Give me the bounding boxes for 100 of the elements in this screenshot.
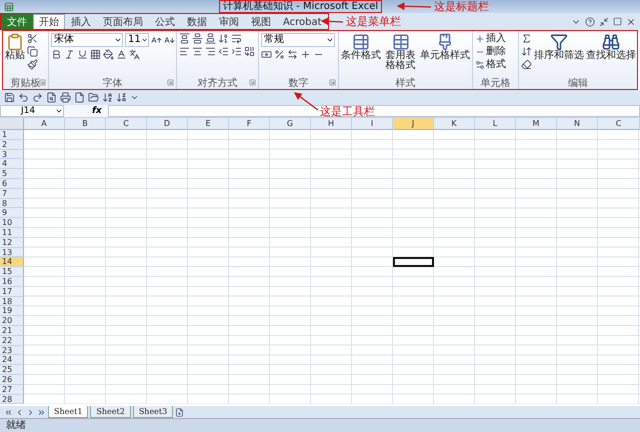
fill-icon[interactable] xyxy=(521,46,532,57)
wrap-text-icon[interactable] xyxy=(231,33,242,44)
paste-button[interactable]: 粘贴 xyxy=(5,33,25,77)
column-header[interactable]: E xyxy=(188,118,229,130)
cells-button[interactable]: 插入 xyxy=(475,33,506,44)
previous-sheet-icon[interactable] xyxy=(15,408,24,416)
ribbon-tab[interactable]: 开始 xyxy=(33,14,65,29)
restore-icon[interactable] xyxy=(613,16,622,26)
sort-ascending-icon[interactable] xyxy=(102,92,113,103)
ribbon-tab[interactable]: Acrobat xyxy=(277,14,328,29)
minimize-icon[interactable] xyxy=(599,16,609,26)
outdent-icon[interactable] xyxy=(218,46,229,57)
row-header[interactable]: 11 xyxy=(0,228,24,238)
row-header[interactable]: 21 xyxy=(0,326,24,336)
dialog-launcher-icon[interactable] xyxy=(329,79,336,86)
next-sheet-icon[interactable] xyxy=(26,408,35,416)
print-preview-icon[interactable] xyxy=(46,92,57,103)
print-icon[interactable] xyxy=(60,92,71,103)
cell-style-button[interactable]: 单元格样式 xyxy=(420,33,470,77)
border-icon[interactable] xyxy=(90,49,101,60)
file-tab[interactable]: 文件 xyxy=(1,14,33,29)
column-header[interactable]: K xyxy=(434,118,475,130)
dialog-launcher-icon[interactable] xyxy=(39,79,46,86)
active-cell[interactable] xyxy=(393,257,434,268)
row-header[interactable]: 6 xyxy=(0,178,24,189)
align-left-icon[interactable] xyxy=(179,46,190,57)
comma-icon[interactable] xyxy=(287,49,298,60)
row-header[interactable]: 26 xyxy=(0,374,24,385)
ribbon-tab[interactable]: 公式 xyxy=(149,14,181,29)
conditional-format-button[interactable]: 条件格式 xyxy=(341,33,381,77)
font-color-icon[interactable] xyxy=(116,49,127,60)
dropdown-icon[interactable] xyxy=(326,36,334,44)
undo-icon[interactable] xyxy=(18,92,29,103)
align-right-icon[interactable] xyxy=(205,46,216,57)
row-header[interactable]: 19 xyxy=(0,306,24,316)
grow-font-icon[interactable] xyxy=(151,34,162,46)
underline-icon[interactable] xyxy=(77,49,88,60)
number-format-field[interactable]: 常规 xyxy=(261,33,335,47)
row-header[interactable]: 17 xyxy=(0,286,24,297)
row-header[interactable]: 16 xyxy=(0,276,24,287)
row-header[interactable]: 12 xyxy=(0,238,24,248)
row-header[interactable]: 7 xyxy=(0,188,24,199)
row-header[interactable]: 18 xyxy=(0,296,24,306)
dropdown-icon[interactable] xyxy=(55,107,63,115)
cell-grid[interactable] xyxy=(24,130,640,404)
increase-decimal-icon[interactable] xyxy=(300,49,311,60)
row-header[interactable]: 22 xyxy=(0,336,24,346)
find-select-button[interactable]: 查找和选择 xyxy=(586,33,636,77)
row-header[interactable]: 28 xyxy=(0,394,24,404)
ribbon-tab[interactable]: 审阅 xyxy=(213,14,245,29)
scissors-icon[interactable] xyxy=(27,33,38,44)
column-header[interactable]: L xyxy=(475,118,516,130)
currency-icon[interactable] xyxy=(261,49,272,60)
ribbon-tab[interactable]: 页面布局 xyxy=(97,14,149,29)
ribbon-tab[interactable]: 插入 xyxy=(65,14,97,29)
column-header[interactable]: C xyxy=(598,118,640,130)
column-header[interactable]: I xyxy=(352,118,393,130)
insert-sheet-icon[interactable] xyxy=(175,408,184,416)
sheet-tab[interactable]: Sheet3 xyxy=(132,406,174,418)
row-header[interactable]: 14 xyxy=(0,257,24,268)
name-box[interactable]: J14 xyxy=(0,105,64,117)
customize-icon[interactable] xyxy=(130,93,139,102)
format-table-button[interactable]: 套用表格格式 xyxy=(383,33,418,77)
row-header[interactable]: 3 xyxy=(0,150,24,160)
shrink-font-icon[interactable] xyxy=(164,34,175,46)
row-header[interactable]: 25 xyxy=(0,365,24,375)
last-sheet-icon[interactable] xyxy=(37,408,46,416)
column-header[interactable]: C xyxy=(106,118,147,130)
sum-icon[interactable] xyxy=(521,33,532,44)
sort-filter-button[interactable]: 排序和筛选 xyxy=(534,33,584,77)
row-header[interactable]: 13 xyxy=(0,248,24,258)
column-header[interactable]: N xyxy=(557,118,598,130)
phonetic-icon[interactable] xyxy=(129,49,140,60)
redo-icon[interactable] xyxy=(32,92,43,103)
sort-descending-icon[interactable] xyxy=(116,92,127,103)
font-size-field[interactable]: 11 xyxy=(125,33,149,47)
italic-icon[interactable] xyxy=(64,49,75,60)
middle-align-icon[interactable] xyxy=(192,33,203,44)
ribbon-tab[interactable]: 数据 xyxy=(181,14,213,29)
row-header[interactable]: 23 xyxy=(0,346,24,356)
close-icon[interactable] xyxy=(626,16,636,26)
row-header[interactable]: 8 xyxy=(0,198,24,208)
cells-button[interactable]: 格式 xyxy=(475,59,506,70)
merge-icon[interactable] xyxy=(244,46,255,57)
sheet-tab[interactable]: Sheet2 xyxy=(90,406,131,418)
font-name-field[interactable]: 宋体 xyxy=(51,33,123,47)
column-header[interactable]: D xyxy=(147,118,188,130)
row-header[interactable]: 24 xyxy=(0,355,24,366)
row-header[interactable]: 2 xyxy=(0,140,24,150)
cells-button[interactable]: 删除 xyxy=(475,46,506,57)
row-header[interactable]: 10 xyxy=(0,218,24,228)
row-header[interactable]: 27 xyxy=(0,384,24,395)
top-align-icon[interactable] xyxy=(179,33,190,44)
row-header[interactable]: 15 xyxy=(0,267,24,277)
percent-icon[interactable] xyxy=(274,49,285,60)
column-header[interactable]: A xyxy=(24,118,65,130)
column-header[interactable]: H xyxy=(311,118,352,130)
column-header[interactable]: G xyxy=(270,118,311,130)
insert-function-button[interactable]: fx xyxy=(92,106,108,116)
copy-icon[interactable] xyxy=(27,46,38,57)
